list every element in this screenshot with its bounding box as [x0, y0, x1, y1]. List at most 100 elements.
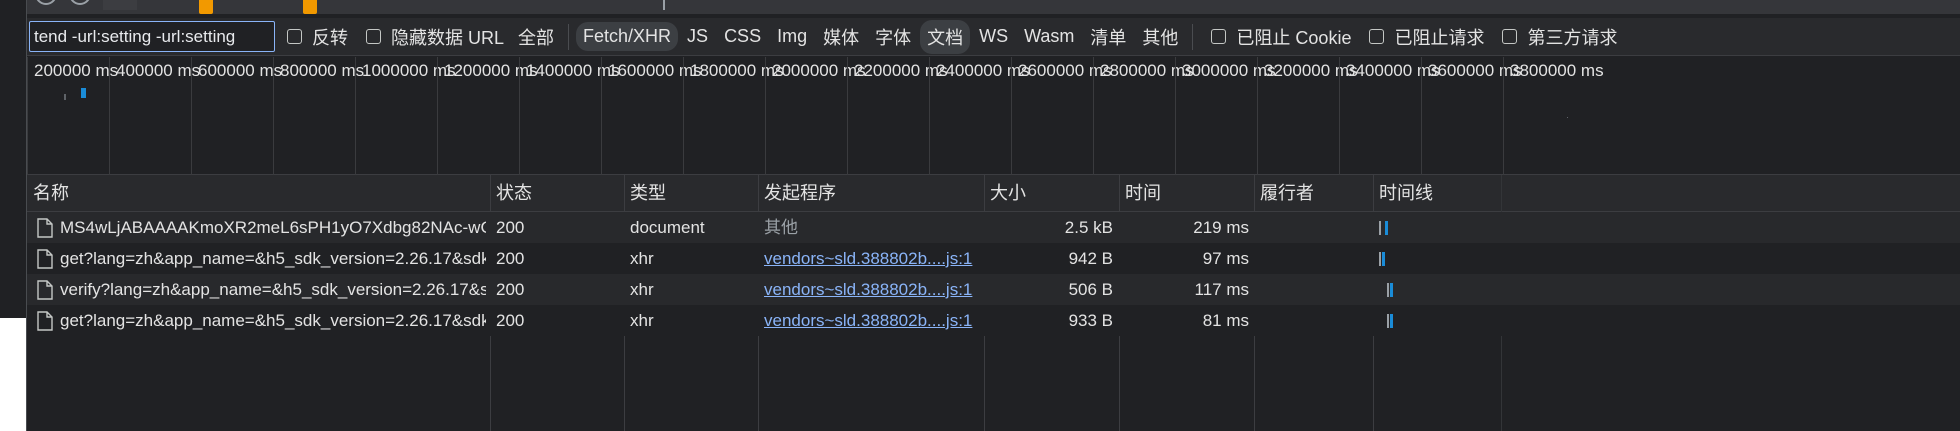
browser-tab-strip: [27, 0, 1960, 14]
column-header-status[interactable]: 状态: [490, 175, 532, 212]
table-row[interactable]: get?lang=zh&app_name=&h5_sdk_version=2.2…: [27, 243, 1960, 274]
request-size: 933 B: [1068, 311, 1113, 330]
request-status: 200: [496, 249, 525, 268]
request-name[interactable]: verify?lang=zh&app_name=&h5_sdk_version=…: [60, 274, 486, 305]
invert-label: 反转: [312, 27, 348, 48]
request-initiator-link[interactable]: vendors~sld.388802b....js:1: [764, 274, 979, 305]
file-icon: [37, 218, 53, 238]
waterfall-bar-waiting: [1379, 221, 1381, 235]
filter-type-js[interactable]: JS: [680, 22, 715, 51]
third-party-checkbox[interactable]: 第三方请求: [1502, 24, 1617, 50]
third-party-label: 第三方请求: [1527, 27, 1618, 48]
request-time: 97 ms: [1202, 249, 1249, 268]
filter-type-css[interactable]: CSS: [717, 22, 768, 51]
checkbox-icon[interactable]: [1502, 29, 1518, 44]
request-status: 200: [496, 218, 525, 237]
timeline-tick: 3600000 ms: [1421, 57, 1522, 175]
request-time: 117 ms: [1194, 280, 1250, 299]
request-name[interactable]: get?lang=zh&app_name=&h5_sdk_version=2.2…: [60, 243, 486, 274]
table-header: 名称 状态 类型 发起程序 大小 时间 履行者 时间线: [27, 175, 1960, 212]
filter-type-doc[interactable]: 文档: [920, 19, 971, 54]
timeline-tick: 1600000 ms: [601, 57, 702, 175]
timeline-tick: 2400000 ms: [929, 57, 1030, 175]
network-panel: 反转 隐藏数据 URL 全部 Fetch/XHR JS CSS Img 媒体 字…: [26, 0, 1960, 431]
request-size: 506 B: [1068, 280, 1113, 299]
filter-type-fetch-xhr[interactable]: Fetch/XHR: [576, 22, 679, 51]
timeline-tick: 1400000 ms: [519, 57, 620, 175]
column-header-size[interactable]: 大小: [984, 175, 1026, 212]
file-icon: [37, 280, 53, 300]
filter-type-ws[interactable]: WS: [972, 22, 1015, 51]
divider: [568, 23, 570, 50]
filter-type-wasm[interactable]: Wasm: [1017, 22, 1081, 51]
timeline-tick: 2000000 ms: [765, 57, 866, 175]
blocked-cookies-checkbox[interactable]: 已阻止 Cookie: [1211, 24, 1351, 50]
blocked-cookies-label: 已阻止 Cookie: [1236, 27, 1352, 48]
column-header-name[interactable]: 名称: [27, 175, 69, 212]
waterfall-bar: [1390, 314, 1393, 328]
filter-type-media[interactable]: 媒体: [816, 20, 866, 54]
request-time: 81 ms: [1202, 311, 1249, 330]
checkbox-icon[interactable]: [1211, 29, 1227, 44]
checkbox-icon[interactable]: [1369, 29, 1385, 44]
request-type: document: [630, 218, 705, 237]
timeline-tick: 1000000 ms: [355, 57, 456, 175]
invert-checkbox[interactable]: 反转: [287, 24, 348, 50]
timeline-tick: 3800000 ms: [1503, 57, 1604, 175]
table-row[interactable]: MS4wLjABAAAAKmoXR2meL6sPH1yO7Xdbg82NAc-w…: [27, 212, 1960, 243]
request-type: xhr: [630, 280, 654, 299]
column-header-initiator[interactable]: 发起程序: [758, 175, 836, 212]
request-type: xhr: [630, 311, 654, 330]
request-initiator: 其他: [764, 218, 798, 237]
overview-timeline[interactable]: 200000 ms 400000 ms 600000 ms 800000 ms …: [27, 57, 1960, 175]
hide-data-url-label: 隐藏数据 URL: [391, 27, 505, 48]
timeline-tick: 2600000 ms: [1011, 57, 1112, 175]
request-name[interactable]: get?lang=zh&app_name=&h5_sdk_version=2.2…: [60, 305, 486, 336]
filter-input[interactable]: [29, 21, 275, 52]
request-size: 2.5 kB: [1064, 218, 1113, 237]
timeline-tick: 1200000 ms: [437, 57, 538, 175]
overview-mark: [81, 88, 86, 98]
column-header-waterfall[interactable]: 时间线: [1373, 175, 1433, 212]
filter-type-font[interactable]: 字体: [868, 20, 918, 54]
timeline-tick: 2800000 ms: [1093, 57, 1194, 175]
waterfall-bar: [1390, 283, 1393, 297]
request-initiator-link[interactable]: vendors~sld.388802b....js:1: [764, 305, 979, 336]
timeline-tick: 800000 ms: [273, 57, 364, 175]
column-header-fulfiller[interactable]: 履行者: [1254, 175, 1314, 212]
overview-mark: [64, 94, 66, 100]
checkbox-icon[interactable]: [287, 29, 302, 44]
timeline-tick: 2200000 ms: [847, 57, 948, 175]
timeline-tick: 1800000 ms: [683, 57, 784, 175]
waterfall-bar-waiting: [1379, 252, 1381, 266]
table-row[interactable]: get?lang=zh&app_name=&h5_sdk_version=2.2…: [27, 305, 1960, 336]
divider: [1192, 23, 1194, 50]
overview-mark: [1567, 117, 1568, 118]
table-row[interactable]: verify?lang=zh&app_name=&h5_sdk_version=…: [27, 274, 1960, 305]
column-header-type[interactable]: 类型: [624, 175, 666, 212]
request-size: 942 B: [1068, 249, 1113, 268]
request-initiator-link[interactable]: vendors~sld.388802b....js:1: [764, 243, 979, 274]
timeline-tick: 3000000 ms: [1175, 57, 1276, 175]
waterfall-bar-waiting: [1387, 314, 1389, 328]
filter-type-manifest[interactable]: 清单: [1083, 20, 1133, 54]
request-status: 200: [496, 311, 525, 330]
timeline-tick: 3200000 ms: [1257, 57, 1358, 175]
column-header-time[interactable]: 时间: [1119, 175, 1161, 212]
window-edge: [0, 0, 26, 431]
waterfall-bar: [1385, 221, 1388, 235]
timeline-tick: 400000 ms: [109, 57, 200, 175]
hide-data-url-checkbox[interactable]: 隐藏数据 URL: [366, 24, 504, 50]
filter-type-other[interactable]: 其他: [1135, 20, 1185, 54]
blocked-requests-checkbox[interactable]: 已阻止请求: [1369, 24, 1484, 50]
filter-bar: 反转 隐藏数据 URL 全部 Fetch/XHR JS CSS Img 媒体 字…: [27, 18, 1960, 56]
blocked-requests-label: 已阻止请求: [1394, 27, 1485, 48]
checkbox-icon[interactable]: [366, 29, 381, 44]
timeline-tick: 600000 ms: [191, 57, 282, 175]
request-name[interactable]: MS4wLjABAAAAKmoXR2meL6sPH1yO7Xdbg82NAc-w…: [60, 212, 486, 243]
request-status: 200: [496, 280, 525, 299]
filter-type-img[interactable]: Img: [770, 22, 814, 51]
request-type: xhr: [630, 249, 654, 268]
filter-type-all[interactable]: 全部: [511, 20, 561, 54]
file-icon: [37, 249, 53, 269]
